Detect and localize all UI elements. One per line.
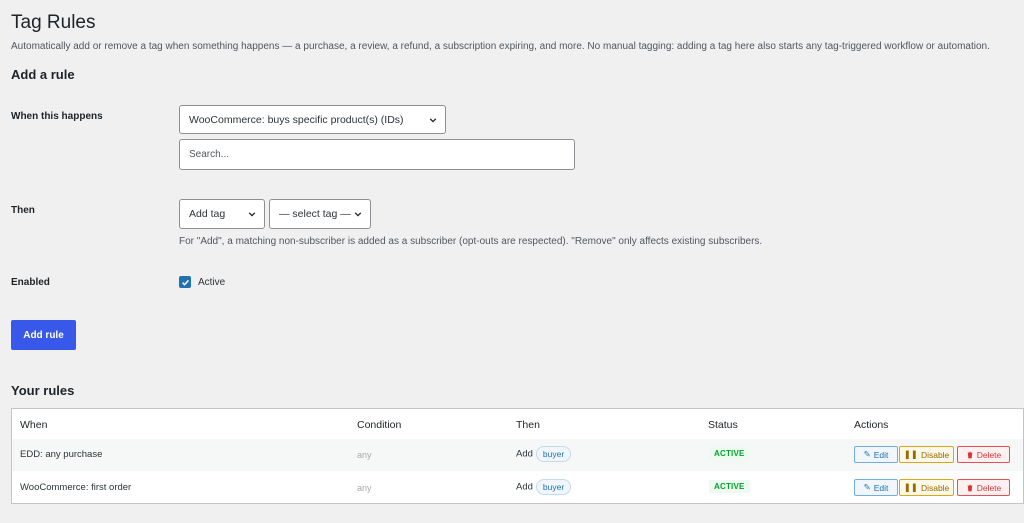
rule-then-action: Add <box>516 481 533 493</box>
checkmark-icon <box>181 279 189 286</box>
action-hint: For "Add", a matching non-subscriber is … <box>179 236 763 247</box>
action-select[interactable]: Add tag <box>179 199 265 229</box>
product-search-input[interactable]: Search... <box>179 139 575 170</box>
rule-when: EDD: any purchase <box>20 449 103 460</box>
disable-label: Disable <box>920 449 950 460</box>
when-label: When this happens <box>11 111 103 122</box>
add-rule-button[interactable]: Add rule <box>11 320 76 350</box>
disable-button[interactable]: ❚❚ Disable <box>899 446 954 463</box>
rule-then: Add buyer <box>516 479 572 495</box>
chevron-down-icon <box>429 117 437 123</box>
edit-button[interactable]: ✎ Edit <box>854 479 898 496</box>
trash-icon <box>967 451 973 458</box>
rule-then: Add buyer <box>516 446 572 462</box>
pause-icon: ❚❚ <box>903 449 918 459</box>
table-header: When Condition Then Status Actions <box>12 409 1023 440</box>
page-title: Tag Rules <box>11 12 96 33</box>
trash-icon <box>967 484 973 491</box>
delete-label: Delete <box>976 449 1002 460</box>
delete-button[interactable]: Delete <box>957 446 1010 463</box>
tag-select[interactable]: — select tag — <box>269 199 371 229</box>
status-badge: ACTIVE <box>709 480 750 493</box>
column-status: Status <box>708 419 738 431</box>
tag-pill: buyer <box>535 479 572 495</box>
search-placeholder: Search... <box>189 149 230 160</box>
rule-then-action: Add <box>516 448 533 460</box>
delete-button[interactable]: Delete <box>957 479 1010 496</box>
add-rule-heading: Add a rule <box>11 67 75 82</box>
column-actions: Actions <box>854 419 889 431</box>
page-description: Automatically add or remove a tag when s… <box>11 41 990 52</box>
rules-table: When Condition Then Status Actions EDD: … <box>11 408 1024 504</box>
edit-button[interactable]: ✎ Edit <box>854 446 898 463</box>
enabled-label: Enabled <box>11 277 50 288</box>
tag-select-value: — select tag — <box>279 208 351 220</box>
pencil-icon: ✎ <box>863 482 871 492</box>
disable-label: Disable <box>920 482 950 493</box>
rule-condition: any <box>357 483 372 493</box>
trigger-select-value: WooCommerce: buys specific product(s) (I… <box>189 113 404 126</box>
status-badge: ACTIVE <box>709 447 750 460</box>
chevron-down-icon <box>354 212 362 217</box>
chevron-down-icon <box>248 212 256 217</box>
active-toggle[interactable]: Active <box>179 276 225 288</box>
pause-icon: ❚❚ <box>903 482 918 492</box>
trigger-select[interactable]: WooCommerce: buys specific product(s) (I… <box>179 105 446 134</box>
column-when: When <box>20 419 48 431</box>
table-row: WooCommerce: first order any Add buyer AC… <box>12 472 1023 504</box>
rule-when: WooCommerce: first order <box>20 482 132 493</box>
edit-label: Edit <box>873 482 889 493</box>
active-checkbox[interactable] <box>179 276 191 288</box>
action-select-value: Add tag <box>189 208 226 220</box>
pencil-icon: ✎ <box>863 449 871 459</box>
your-rules-heading: Your rules <box>11 383 75 398</box>
table-row: EDD: any purchase any Add buyer ACTIVE ✎ E… <box>12 439 1023 471</box>
delete-label: Delete <box>976 482 1002 493</box>
column-then: Then <box>516 419 540 431</box>
active-label: Active <box>198 276 226 288</box>
rule-status: ACTIVE <box>709 447 750 460</box>
rule-condition: any <box>357 450 372 460</box>
edit-label: Edit <box>873 449 889 460</box>
then-label: Then <box>11 205 35 216</box>
column-condition: Condition <box>357 419 402 431</box>
disable-button[interactable]: ❚❚ Disable <box>899 479 954 496</box>
tag-pill: buyer <box>535 446 572 462</box>
rule-status: ACTIVE <box>709 480 750 493</box>
